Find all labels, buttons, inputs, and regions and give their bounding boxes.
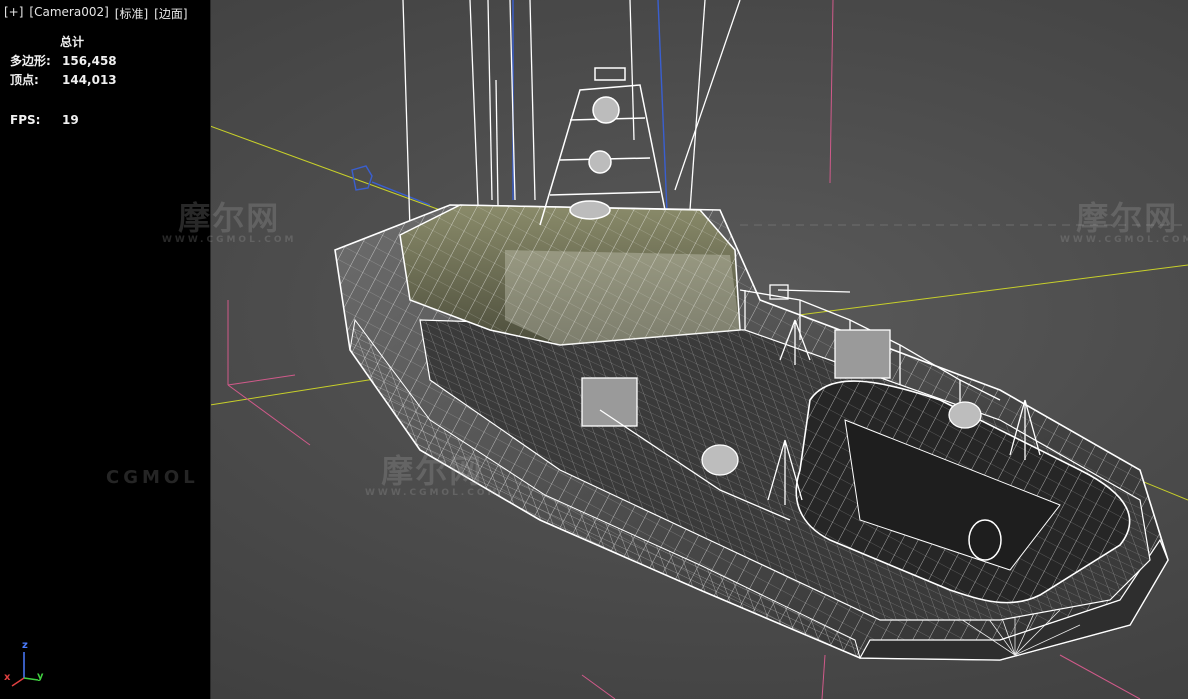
- display-mode-button[interactable]: [边面]: [154, 5, 187, 22]
- watermark-right: 摩尔网 WWW.CGMOL.COM: [1060, 199, 1188, 245]
- camera-label-button[interactable]: [Camera002]: [29, 5, 108, 22]
- viewport-label: [+] [Camera002] [标准] [边面]: [4, 5, 188, 22]
- stats-header: 总计: [60, 35, 85, 49]
- antennas: [402, 0, 741, 231]
- axis-z-label: z: [22, 640, 28, 651]
- mast-tower: [539, 67, 666, 226]
- polys-value: 156,458: [62, 54, 117, 68]
- watermark-cgmol: CGMOL: [106, 467, 199, 488]
- fps-label: FPS:: [10, 113, 41, 127]
- watermark-left: 摩尔网 WWW.CGMOL.COM: [162, 199, 297, 245]
- viewport-menu-button[interactable]: [+]: [4, 5, 23, 22]
- axis-x-label: x: [4, 672, 11, 683]
- verts-label: 顶点:: [10, 73, 39, 87]
- 3d-viewport[interactable]: 摩尔网 WWW.CGMOL.COM 摩尔网 WWW.CGMOL.COM 摩尔网 …: [0, 0, 1188, 699]
- watermark-center: 摩尔网 WWW.CGMOL.COM: [365, 452, 500, 498]
- shading-mode-button[interactable]: [标准]: [115, 5, 148, 22]
- axis-y-label: y: [37, 671, 44, 682]
- fps-value: 19: [62, 113, 79, 127]
- polys-label: 多边形:: [10, 54, 51, 68]
- axis-gizmo-icon: z x y: [4, 640, 54, 694]
- viewport-statistics: 总计 多边形: 156,458 顶点: 144,013 FPS: 19: [10, 33, 117, 130]
- verts-value: 144,013: [62, 73, 117, 87]
